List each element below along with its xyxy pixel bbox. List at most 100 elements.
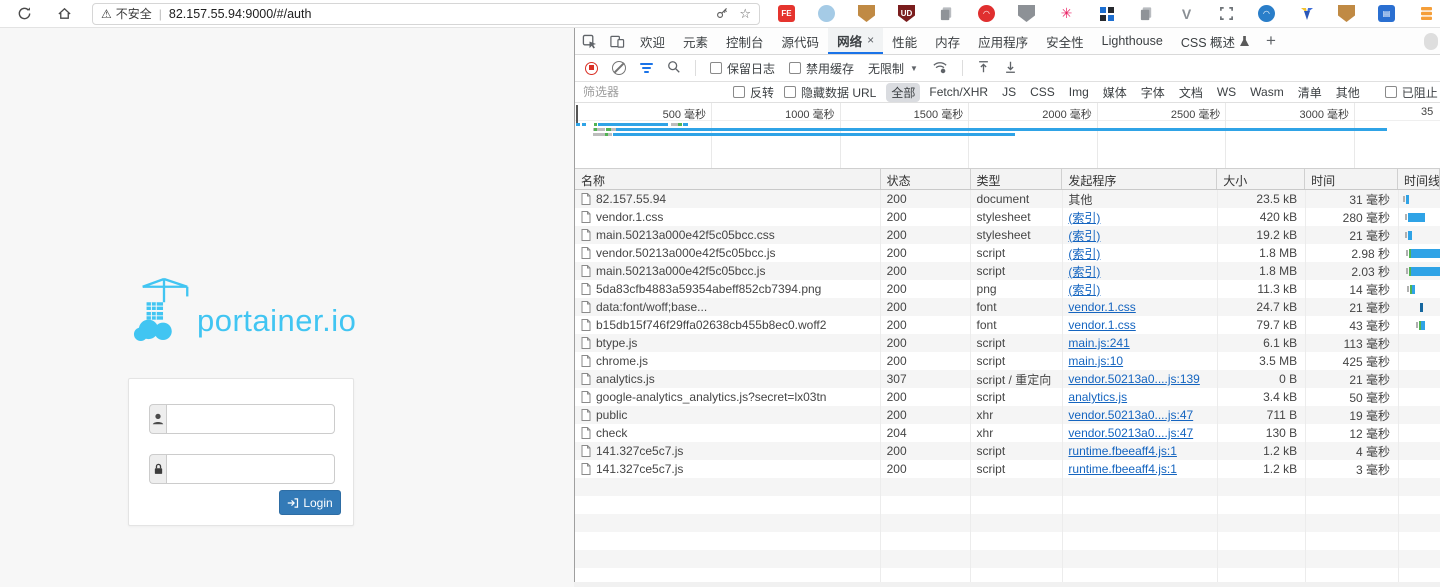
copy-pages2-extension-icon[interactable]: [1138, 5, 1155, 22]
status-cell[interactable]: 200: [881, 352, 971, 370]
filter-type-Wasm[interactable]: Wasm: [1245, 84, 1289, 100]
waterfall-cell[interactable]: [1398, 208, 1440, 226]
request-row[interactable]: chrome.js 200 script main.js:10 3.5 MB 425 毫秒: [575, 352, 1440, 370]
blue-doc-extension-icon[interactable]: ▤: [1378, 5, 1395, 22]
inspect-element-icon[interactable]: [575, 28, 603, 54]
request-name-cell[interactable]: b15db15f746f29ffa02638cb455b8ec0.woff2: [575, 316, 881, 334]
request-name-cell[interactable]: chrome.js: [575, 352, 881, 370]
initiator-cell[interactable]: vendor.50213a0....js:139: [1062, 370, 1217, 388]
filter-type-JS[interactable]: JS: [997, 84, 1021, 100]
column-separator[interactable]: [1305, 190, 1306, 587]
status-cell[interactable]: 200: [881, 298, 971, 316]
invert-checkbox[interactable]: 反转: [733, 84, 774, 101]
size-cell[interactable]: 130 B: [1217, 424, 1305, 442]
time-cell[interactable]: 21 毫秒: [1305, 298, 1398, 316]
checkbox-box[interactable]: [789, 62, 802, 74]
tab-性能[interactable]: 性能: [883, 28, 926, 54]
column-separator[interactable]: [1398, 190, 1399, 587]
type-cell[interactable]: script: [971, 352, 1063, 370]
time-cell[interactable]: 2.03 秒: [1305, 262, 1398, 280]
filter-input[interactable]: [583, 85, 723, 99]
waterfall-cell[interactable]: [1398, 334, 1440, 352]
size-cell[interactable]: 0 B: [1217, 370, 1305, 388]
type-cell[interactable]: stylesheet: [971, 208, 1063, 226]
size-cell[interactable]: 3.4 kB: [1217, 388, 1305, 406]
request-name[interactable]: main.50213a000e42f5c05bcc.css: [596, 228, 775, 242]
checkbox-box[interactable]: [710, 62, 722, 74]
request-name-cell[interactable]: main.50213a000e42f5c05bcc.css: [575, 226, 881, 244]
tab-欢迎[interactable]: 欢迎: [631, 28, 674, 54]
size-cell[interactable]: 1.8 MB: [1217, 244, 1305, 262]
column-header-发起程序[interactable]: 发起程序: [1062, 169, 1218, 189]
tab-Lighthouse[interactable]: Lighthouse: [1093, 28, 1172, 54]
filter-type-WS[interactable]: WS: [1212, 84, 1241, 100]
size-cell[interactable]: 3.5 MB: [1217, 352, 1305, 370]
favorite-star-icon[interactable]: ☆: [739, 6, 751, 22]
throttling-select[interactable]: 无限制 ▼: [868, 60, 918, 77]
request-name[interactable]: data:font/woff;base...: [596, 300, 707, 314]
request-row[interactable]: public 200 xhr vendor.50213a0....js:47 711 B…: [575, 406, 1440, 424]
disable-cache-checkbox[interactable]: 禁用缓存: [789, 60, 854, 77]
initiator-cell[interactable]: 其他: [1062, 190, 1217, 208]
initiator-cell[interactable]: (索引): [1062, 244, 1217, 262]
initiator-link[interactable]: (索引): [1068, 227, 1100, 244]
filter-type-文档[interactable]: 文档: [1174, 83, 1208, 102]
tabbar-scroll-thumb[interactable]: [1424, 33, 1438, 50]
tab-内存[interactable]: 内存: [926, 28, 969, 54]
request-row[interactable]: 141.327ce5c7.js 200 script runtime.fbeeaff4…: [575, 460, 1440, 478]
initiator-cell[interactable]: vendor.50213a0....js:47: [1062, 424, 1217, 442]
initiator-link[interactable]: runtime.fbeeaff4.js:1: [1068, 444, 1177, 458]
request-name-cell[interactable]: vendor.50213a000e42f5c05bcc.js: [575, 244, 881, 262]
checkbox-box[interactable]: [733, 86, 745, 98]
size-cell[interactable]: 1.2 kB: [1217, 442, 1305, 460]
request-name[interactable]: public: [596, 408, 627, 422]
status-cell[interactable]: 200: [881, 460, 971, 478]
time-cell[interactable]: 43 毫秒: [1305, 316, 1398, 334]
size-cell[interactable]: 711 B: [1217, 406, 1305, 424]
type-cell[interactable]: font: [971, 316, 1063, 334]
waterfall-cell[interactable]: [1398, 244, 1440, 262]
reload-icon[interactable]: [10, 2, 38, 26]
fe-badge-extension-icon[interactable]: FE: [778, 5, 795, 22]
filter-type-Img[interactable]: Img: [1064, 84, 1094, 100]
checkbox-box[interactable]: [1384, 86, 1397, 98]
url-text[interactable]: 82.157.55.94:9000/#/auth: [169, 7, 706, 21]
initiator-link[interactable]: (索引): [1068, 245, 1100, 262]
request-row[interactable]: check 204 xhr vendor.50213a0....js:47 130 B1…: [575, 424, 1440, 442]
size-cell[interactable]: 6.1 kB: [1217, 334, 1305, 352]
request-name[interactable]: main.50213a000e42f5c05bcc.js: [596, 264, 765, 278]
column-separator[interactable]: [970, 190, 971, 587]
status-cell[interactable]: 200: [881, 244, 971, 262]
time-cell[interactable]: 21 毫秒: [1305, 226, 1398, 244]
waterfall-cell[interactable]: [1398, 424, 1440, 442]
request-name[interactable]: vendor.50213a000e42f5c05bcc.js: [596, 246, 775, 260]
status-cell[interactable]: 200: [881, 262, 971, 280]
request-name[interactable]: btype.js: [596, 336, 637, 350]
initiator-link[interactable]: vendor.50213a0....js:47: [1068, 408, 1193, 422]
status-cell[interactable]: 204: [881, 424, 971, 442]
initiator-cell[interactable]: analytics.js: [1062, 388, 1217, 406]
filter-type-Fetch/XHR[interactable]: Fetch/XHR: [924, 84, 993, 100]
initiator-cell[interactable]: (索引): [1062, 208, 1217, 226]
request-row[interactable]: btype.js 200 script main.js:241 6.1 kB 113 毫秒: [575, 334, 1440, 352]
request-row[interactable]: 141.327ce5c7.js 200 script runtime.fbeeaff4…: [575, 442, 1440, 460]
network-conditions-icon[interactable]: [932, 60, 948, 77]
time-cell[interactable]: 425 毫秒: [1305, 352, 1398, 370]
request-name[interactable]: check: [596, 426, 627, 440]
address-bar[interactable]: ⚠ 不安全 | 82.157.55.94:9000/#/auth ☆: [92, 2, 760, 25]
request-name-cell[interactable]: 5da83cfb4883a59354abeff852cb7394.png: [575, 280, 881, 298]
type-cell[interactable]: script: [971, 388, 1063, 406]
waterfall-cell[interactable]: [1398, 352, 1440, 370]
request-name-cell[interactable]: btype.js: [575, 334, 881, 352]
tab-元素[interactable]: 元素: [674, 28, 717, 54]
tab-网络[interactable]: 网络 ×: [828, 28, 884, 54]
request-name[interactable]: google-analytics_analytics.js?secret=lx0…: [596, 390, 826, 404]
status-cell[interactable]: 200: [881, 190, 971, 208]
clear-network-log-icon[interactable]: [612, 61, 626, 75]
filter-type-其他[interactable]: 其他: [1331, 83, 1365, 102]
column-header-状态[interactable]: 状态: [881, 169, 971, 189]
filter-type-字体[interactable]: 字体: [1136, 83, 1170, 102]
shield2-extension-icon[interactable]: [1338, 5, 1355, 22]
tab-源代码[interactable]: 源代码: [773, 28, 829, 54]
search-icon[interactable]: [667, 60, 681, 77]
